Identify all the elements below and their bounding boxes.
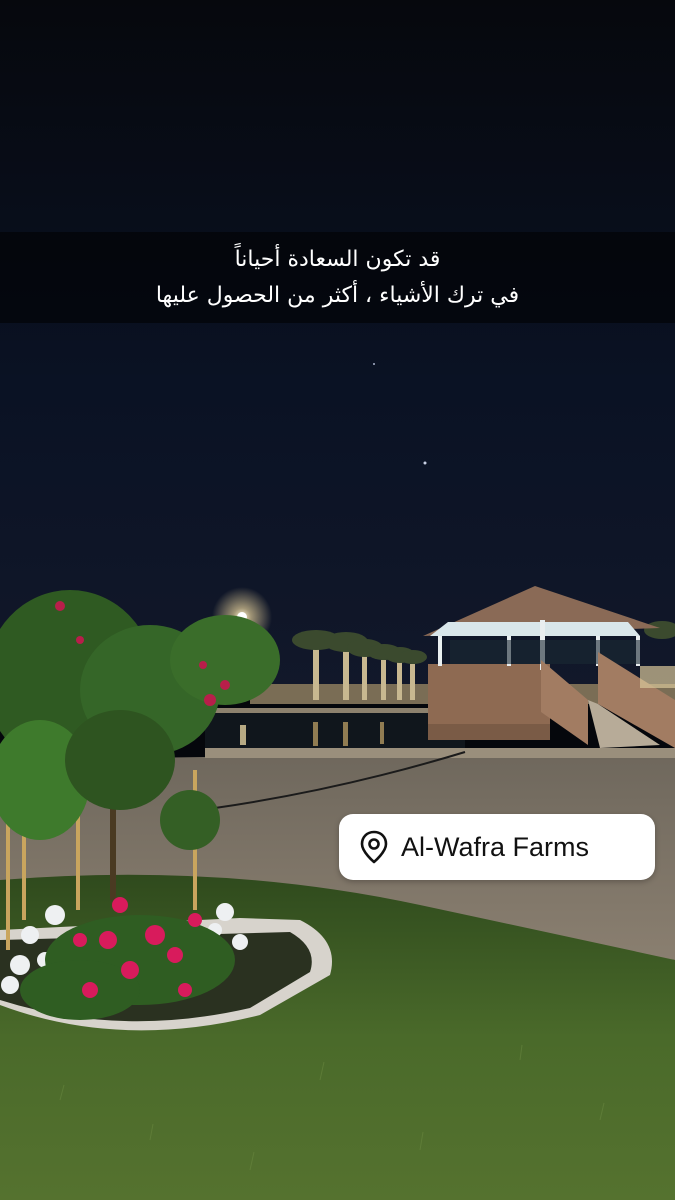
caption-line-2: في ترك الأشياء ، أكثر من الحصول عليها [155, 282, 520, 308]
star [423, 461, 427, 465]
pool-edge [205, 708, 465, 713]
night-farm-photo [0, 0, 675, 1200]
caption-overlay: قد تكون السعادة أحياناً في ترك الأشياء ،… [0, 232, 675, 323]
location-label: Al-Wafra Farms [401, 831, 589, 862]
curb [205, 748, 675, 758]
location-pin-icon [360, 830, 388, 864]
caption-line-1: قد تكون السعادة أحياناً [234, 246, 441, 272]
location-sticker[interactable]: Al-Wafra Farms [339, 814, 655, 880]
story-view: قد تكون السعادة أحياناً في ترك الأشياء ،… [0, 0, 675, 1200]
star [373, 363, 375, 365]
night-sky [0, 0, 675, 700]
